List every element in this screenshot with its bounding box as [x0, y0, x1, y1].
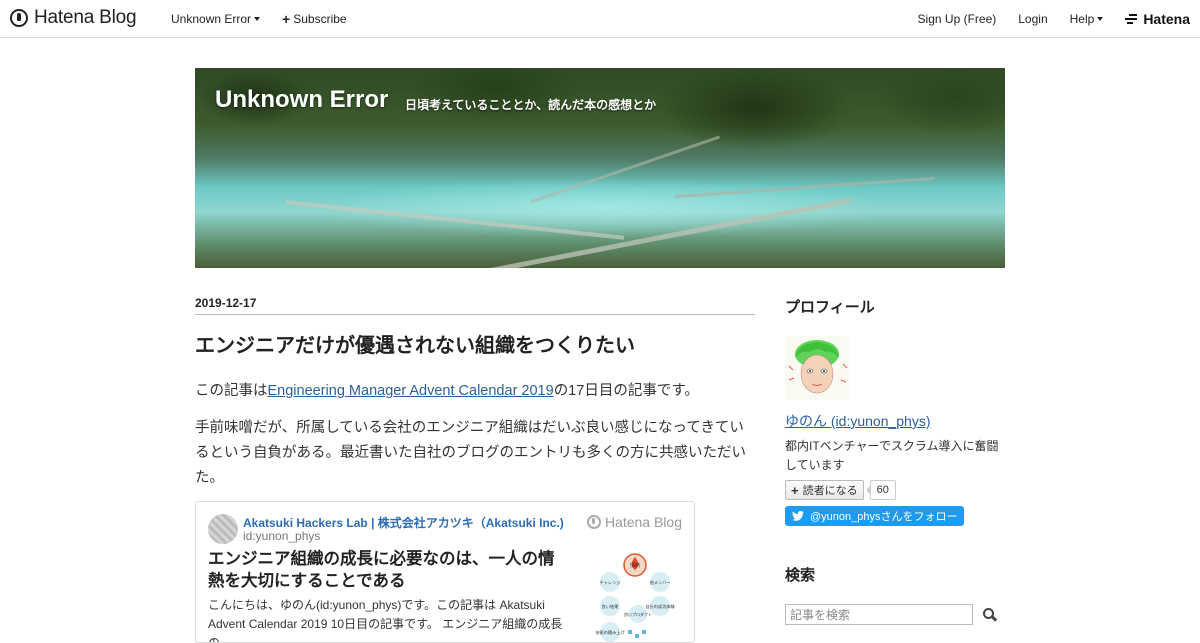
search-heading: 検索 — [785, 567, 816, 584]
profile-avatar[interactable] — [785, 336, 849, 400]
entry-paragraph-1: この記事はEngineering Manager Advent Calendar… — [195, 383, 699, 399]
diagram-label-6: 技術の積み上げ — [595, 629, 625, 636]
nav-left: Unknown Error + Subscribe — [171, 0, 369, 37]
blog-title[interactable]: Unknown Error — [215, 86, 388, 114]
twitter-follow-button[interactable]: @yunon_physさんをフォロー — [785, 506, 964, 526]
hatena-blog-icon — [10, 9, 28, 27]
embed-brand: Hatena Blog — [604, 514, 682, 530]
signup-link[interactable]: Sign Up (Free) — [918, 12, 997, 26]
twitter-bird-icon — [792, 511, 804, 521]
brand-text: Hatena Blog — [34, 7, 137, 28]
plus-icon: + — [282, 10, 291, 27]
caret-down-icon — [1097, 16, 1104, 21]
embed-snippet: こんにちは、ゆのん(id:yunon_phys)です。この記事は Akatsuk… — [208, 598, 563, 643]
diagram-label-4: 自分の成功体験 — [645, 603, 675, 610]
reader-row: + 読者になる 60 — [785, 480, 1005, 500]
embed-user-id: id:yunon_phys — [243, 529, 321, 543]
blog-header-banner: Unknown Error 日頃考えていることとか、読んだ本の感想とか — [195, 68, 1005, 268]
login-link[interactable]: Login — [1018, 12, 1047, 26]
search-form — [785, 604, 1005, 625]
become-reader-button[interactable]: + 読者になる — [785, 480, 864, 500]
profile-heading: プロフィール — [785, 299, 875, 316]
embed-title[interactable]: エンジニア組織の成長に必要なのは、一人の情熱を大切にすることである — [208, 548, 570, 592]
nav-right: Sign Up (Free) Login Help Hatena — [918, 0, 1200, 37]
help-menu[interactable]: Help — [1070, 12, 1104, 26]
embed-hatena-blog-logo: Hatena Blog — [586, 514, 682, 530]
top-bar: Hatena Blog Unknown Error + Subscribe Si… — [0, 0, 1200, 38]
diagram-label-0: 情熱 — [630, 562, 640, 569]
blog-description: 日頃考えていることとか、読んだ本の感想とか — [405, 98, 657, 112]
entry-date[interactable]: 2019-12-17 — [195, 296, 755, 315]
sidebar: プロフィール ゆのん (id:yunon_phys) 都内ITベンチャーでスクラ… — [785, 296, 1005, 625]
plus-icon: + — [791, 482, 799, 498]
hatena-blog-icon — [586, 515, 601, 529]
embed-avatar — [208, 514, 238, 544]
hatena-blog-logo[interactable]: Hatena Blog — [10, 7, 137, 29]
entry-paragraph-2: 手前味噌だが、所属している会社のエンジニア組織はだいぶ良い感じになってきていると… — [195, 420, 746, 486]
hatena-logo[interactable]: Hatena — [1125, 11, 1190, 27]
subscribe-button[interactable]: + Subscribe — [282, 12, 347, 26]
blog-card-embed[interactable]: Akatsuki Hackers Lab | 株式会社アカツキ（Akatsuki… — [195, 501, 695, 643]
diagram-label-5: 良いプロダクト — [624, 611, 652, 617]
diagram-label-1: チャレンジ — [600, 580, 621, 585]
twitter-follow-label: @yunon_physさんをフォロー — [810, 511, 958, 523]
help-label: Help — [1069, 11, 1095, 26]
blog-menu-label: Unknown Error — [171, 11, 252, 26]
profile-description: 都内ITベンチャーでスクラム導入に奮闘しています — [785, 439, 999, 472]
advent-calendar-link[interactable]: Engineering Manager Advent Calendar 2019 — [268, 383, 554, 399]
hatena-logo-text: Hatena — [1143, 10, 1190, 27]
reader-button-label: 読者になる — [802, 485, 858, 497]
profile-name-link[interactable]: ゆのん (id:yunon_phys) — [785, 411, 1005, 431]
caret-down-icon — [254, 16, 261, 21]
subscribe-label: Subscribe — [293, 11, 347, 26]
entry: 2019-12-17 エンジニアだけが優遇されない組織をつくりたい この記事はE… — [195, 296, 755, 643]
entry-title[interactable]: エンジニアだけが優遇されない組織をつくりたい — [195, 333, 755, 359]
embed-thumbnail-diagram: 情熱 チャレンジ 他メンバー 良い結果 自分の成功体験 良いプロダクト 技術の積… — [595, 553, 675, 642]
blog-menu[interactable]: Unknown Error — [171, 11, 261, 26]
reader-count: 60 — [865, 480, 896, 500]
profile-avatar-drawing — [785, 336, 849, 400]
search-icon[interactable] — [983, 607, 997, 622]
diagram-label-3: 良い結果 — [602, 603, 620, 610]
diagram-label-2: 他メンバー — [650, 579, 671, 586]
hatena-stripes-icon — [1125, 13, 1139, 24]
search-input[interactable] — [785, 604, 973, 625]
